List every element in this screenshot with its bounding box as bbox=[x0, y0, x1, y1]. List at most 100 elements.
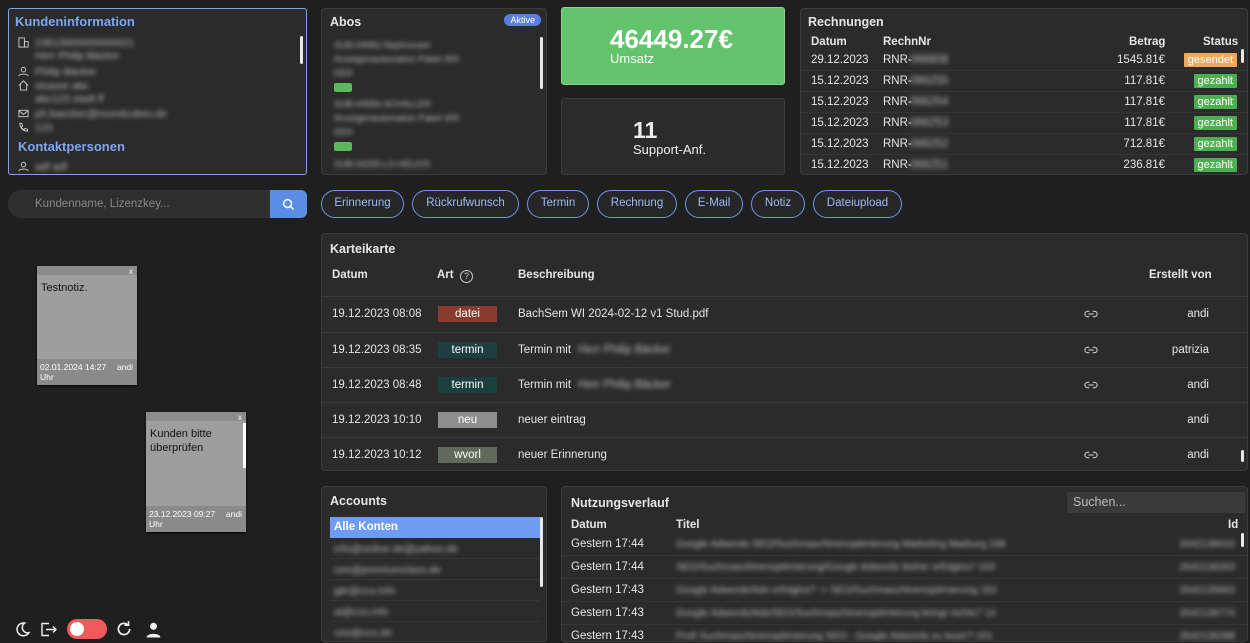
col-header-date[interactable]: Datum bbox=[571, 519, 607, 531]
search-input[interactable]: Kundenname, Lizenzkey... bbox=[8, 190, 270, 218]
account-name: cee@ccs.de bbox=[334, 627, 392, 639]
mode-toggle[interactable] bbox=[67, 619, 107, 639]
logout-icon[interactable] bbox=[39, 619, 59, 639]
rueckrufwunsch-button[interactable]: Rückrufwunsch bbox=[412, 190, 519, 218]
contact-name: adf adf bbox=[35, 160, 68, 173]
table-row[interactable]: 19.12.2023 10:10 neu neuer eintrag andi bbox=[322, 402, 1247, 437]
col-header-amount[interactable]: Betrag bbox=[1129, 36, 1165, 48]
usage-title: SEO/Suchmaschinenoptimierung/Google Adwo… bbox=[676, 562, 996, 573]
invoices-panel: Rechnungen Datum RechnNr Betrag Status 2… bbox=[800, 8, 1248, 175]
moon-icon[interactable] bbox=[12, 619, 32, 639]
list-item[interactable]: gbr@ccs.info bbox=[330, 580, 540, 601]
rechnung-button[interactable]: Rechnung bbox=[597, 190, 677, 218]
invoice-prefix: RNR- bbox=[883, 117, 912, 129]
col-header-date[interactable]: Datum bbox=[811, 36, 847, 48]
customer-number: 23813000000000021 bbox=[35, 36, 135, 49]
invoice-number: 066251 bbox=[910, 159, 949, 171]
invoice-number: 066808 bbox=[910, 54, 949, 66]
close-icon[interactable]: x bbox=[129, 267, 133, 276]
col-header-description[interactable]: Beschreibung bbox=[518, 269, 595, 281]
dateiupload-button[interactable]: Dateiupload bbox=[813, 190, 902, 218]
table-row[interactable]: 29.12.2023 RNR- 066808 1545.81€ gesendet bbox=[801, 51, 1247, 71]
active-filter-badge[interactable]: Aktive bbox=[504, 14, 541, 26]
subscription-id[interactable]: SUB-04584-SCHALLER bbox=[334, 99, 431, 109]
subscriptions-scrollbar[interactable] bbox=[540, 37, 543, 89]
user-icon[interactable] bbox=[143, 619, 163, 639]
account-name: cee@premiumclass.de bbox=[334, 564, 441, 576]
termin-button[interactable]: Termin bbox=[527, 190, 589, 218]
table-row[interactable]: 19.12.2023 08:35 termin Termin mit Herr … bbox=[322, 332, 1247, 367]
accounts-panel: Accounts Alle Konten info@online.de@yaho… bbox=[321, 486, 547, 642]
table-row[interactable]: Gestern 17:43 Profi Suchmaschinenoptimie… bbox=[562, 626, 1247, 641]
entry-type-badge: neu bbox=[438, 412, 497, 428]
col-header-created-by[interactable]: Erstellt von bbox=[1149, 269, 1212, 281]
invoice-number: 066253 bbox=[910, 117, 949, 129]
record-card-scrollbar[interactable] bbox=[1241, 450, 1244, 462]
invoices-scrollbar[interactable] bbox=[1241, 49, 1244, 63]
table-row[interactable]: Gestern 17:44 SEO/Suchmaschinenoptimieru… bbox=[562, 557, 1247, 579]
table-row[interactable]: Gestern 17:43 Google Adwords/Ads erfolgl… bbox=[562, 580, 1247, 602]
status-badge: gezahlt bbox=[1193, 137, 1237, 151]
help-icon[interactable]: ? bbox=[460, 270, 473, 283]
note-scrollbar[interactable] bbox=[243, 423, 246, 468]
invoice-date: 29.12.2023 bbox=[811, 54, 869, 66]
link-icon[interactable] bbox=[1084, 344, 1098, 356]
col-header-status[interactable]: Status bbox=[1203, 36, 1238, 48]
list-item[interactable]: cee@ccs.de bbox=[330, 622, 540, 641]
email-button[interactable]: E-Mail bbox=[685, 190, 743, 218]
city: abc123 stadt ff bbox=[35, 92, 104, 105]
list-item[interactable]: cee@premiumclass.de bbox=[330, 559, 540, 580]
table-row[interactable]: 15.12.2023 RNR- 066253 117.81€ gezahlt bbox=[801, 114, 1247, 134]
subscription-id[interactable]: SUB-04581-Nephrocare bbox=[334, 40, 431, 50]
table-row[interactable]: 15.12.2023 RNR- 066255 117.81€ gezahlt bbox=[801, 72, 1247, 92]
table-row[interactable]: Gestern 17:43 Google Adwords/Ads/SEO/Suc… bbox=[562, 603, 1247, 625]
note-footer: 23.12.2023 09:27 Uhr andi bbox=[146, 506, 246, 532]
status-badge: gezahlt bbox=[1193, 74, 1237, 88]
note-author: andi bbox=[225, 509, 242, 519]
subscription-id[interactable]: SUB-04265-LS-HELIOS bbox=[334, 159, 431, 169]
table-row[interactable]: 15.12.2023 RNR- 066251 236.81€ gezahlt bbox=[801, 156, 1247, 174]
accounts-scrollbar[interactable] bbox=[540, 517, 543, 587]
erinnerung-button[interactable]: Erinnerung bbox=[321, 190, 404, 218]
table-row[interactable]: Gestern 17:44 Google Adwords SEO/Suchmas… bbox=[562, 534, 1247, 556]
person-icon bbox=[17, 161, 29, 173]
status-badge: gezahlt bbox=[1193, 95, 1237, 109]
list-item[interactable]: ai@ccs.info bbox=[330, 601, 540, 622]
list-item[interactable]: Alle Konten bbox=[330, 517, 540, 538]
refresh-icon[interactable] bbox=[114, 619, 134, 639]
col-header-invoice-nr[interactable]: RechnNr bbox=[883, 36, 931, 48]
invoice-date: 15.12.2023 bbox=[811, 96, 869, 108]
table-row[interactable]: 19.12.2023 08:48 termin Termin mit Herr … bbox=[322, 367, 1247, 402]
col-header-date[interactable]: Datum bbox=[332, 269, 368, 281]
search-icon bbox=[282, 198, 295, 210]
email[interactable]: ph.baecker@roundcubes.de bbox=[35, 108, 167, 120]
link-icon[interactable] bbox=[1084, 308, 1098, 320]
table-row[interactable]: 19.12.2023 08:08 datei BachSem WI 2024-0… bbox=[322, 296, 1247, 331]
entry-date: 19.12.2023 08:08 bbox=[332, 308, 422, 320]
table-row[interactable]: 19.12.2023 10:12 wvorl neuer Erinnerung … bbox=[322, 437, 1247, 470]
search-button[interactable] bbox=[270, 190, 307, 218]
support-count: 11 bbox=[633, 117, 658, 143]
contact-row[interactable]: adf adf bbox=[17, 160, 67, 173]
notiz-button[interactable]: Notiz bbox=[751, 190, 805, 218]
invoice-date: 15.12.2023 bbox=[811, 159, 869, 171]
usage-scrollbar[interactable] bbox=[1241, 533, 1244, 547]
record-card-panel: Karteikarte Datum Art ? Beschreibung Ers… bbox=[321, 233, 1248, 471]
col-header-id[interactable]: Id bbox=[1228, 519, 1238, 531]
note-text: Kunden bitte überprüfen bbox=[150, 428, 212, 454]
close-icon[interactable]: x bbox=[238, 413, 242, 422]
col-header-type[interactable]: Art bbox=[437, 269, 454, 281]
link-icon[interactable] bbox=[1084, 379, 1098, 391]
customer-info-scrollbar[interactable] bbox=[300, 36, 303, 64]
sticky-note[interactable]: x Testnotiz. 02.01.2024 14:27 Uhr andi bbox=[37, 266, 137, 385]
table-row[interactable]: 15.12.2023 RNR- 066254 117.81€ gezahlt bbox=[801, 93, 1247, 113]
col-header-title[interactable]: Titel bbox=[676, 519, 699, 531]
usage-search-input[interactable]: Suchen... bbox=[1067, 492, 1245, 513]
link-icon[interactable] bbox=[1084, 449, 1098, 461]
sticky-note[interactable]: x Kunden bitte überprüfen 23.12.2023 09:… bbox=[146, 412, 246, 532]
invoice-number: 066252 bbox=[910, 138, 949, 150]
table-row[interactable]: 15.12.2023 RNR- 066252 712.81€ gezahlt bbox=[801, 135, 1247, 155]
customer-name-row: Herr Philip Bäcker bbox=[17, 49, 120, 62]
list-item[interactable]: info@online.de@yahoo.de bbox=[330, 538, 540, 559]
person-icon bbox=[17, 66, 29, 78]
